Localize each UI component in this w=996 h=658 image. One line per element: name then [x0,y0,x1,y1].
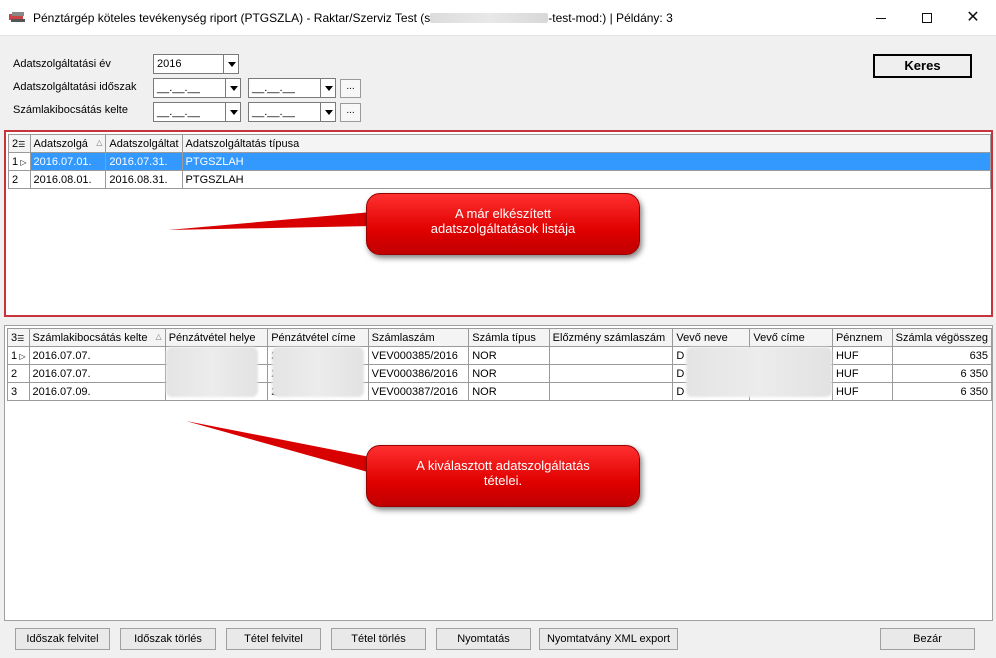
xml-export-button[interactable]: Nyomtatvány XML export [539,628,678,650]
callout-pointer-2 [186,421,375,474]
callout-text: adatszolgáltatások listája [430,221,576,236]
callout-pointers [168,212,375,474]
add-period-button[interactable]: Időszak felvitel [15,628,110,650]
delete-period-button[interactable]: Időszak törlés [120,628,216,650]
callout-items: A kiválasztott adatszolgáltatás tételei. [366,445,640,507]
callout-text: A már elkészített [454,206,552,221]
callout-text: A kiválasztott adatszolgáltatás [416,458,590,473]
delete-item-button[interactable]: Tétel törlés [331,628,426,650]
callout-reports: A már elkészített adatszolgáltatások lis… [366,193,640,255]
callout-text: tételei. [483,473,523,488]
close-button[interactable]: Bezár [880,628,975,650]
print-button[interactable]: Nyomtatás [436,628,531,650]
callout-pointer-1 [168,212,372,230]
add-item-button[interactable]: Tétel felvitel [226,628,321,650]
